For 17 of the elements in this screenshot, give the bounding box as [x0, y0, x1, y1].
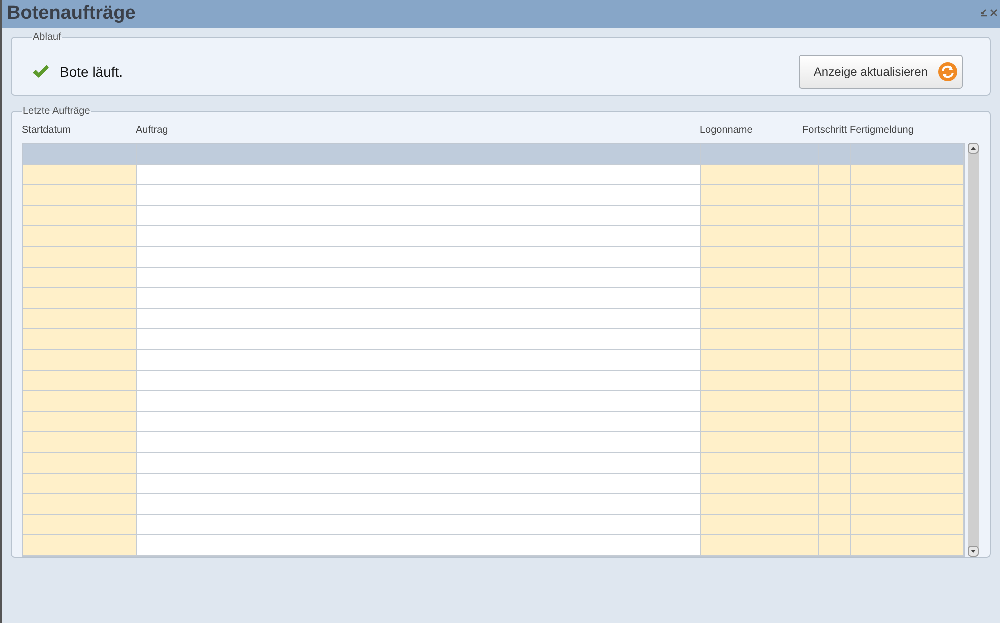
column-header: Fertigmeldung — [850, 124, 914, 136]
column-header: Auftrag — [136, 124, 168, 136]
column-header: Startdatum — [22, 124, 71, 136]
scroll-up-icon[interactable] — [968, 143, 979, 154]
panel-legend: Ablauf — [32, 32, 62, 43]
refresh-button[interactable]: Anzeige aktualisieren — [798, 55, 963, 89]
checkmark-icon — [32, 64, 50, 80]
vertical-scrollbar[interactable] — [968, 143, 979, 557]
column-header: Fortschritt — [802, 124, 847, 136]
panel-legend: Letzte Aufträge — [22, 106, 92, 117]
close-icon[interactable] — [990, 9, 998, 17]
refresh-icon — [938, 62, 958, 82]
status-text: Bote läuft. — [60, 64, 124, 80]
column-header: Logonname — [700, 124, 753, 136]
minimize-icon[interactable] — [980, 9, 988, 17]
window-title: Botenaufträge — [7, 3, 136, 25]
scroll-down-icon[interactable] — [968, 546, 979, 557]
